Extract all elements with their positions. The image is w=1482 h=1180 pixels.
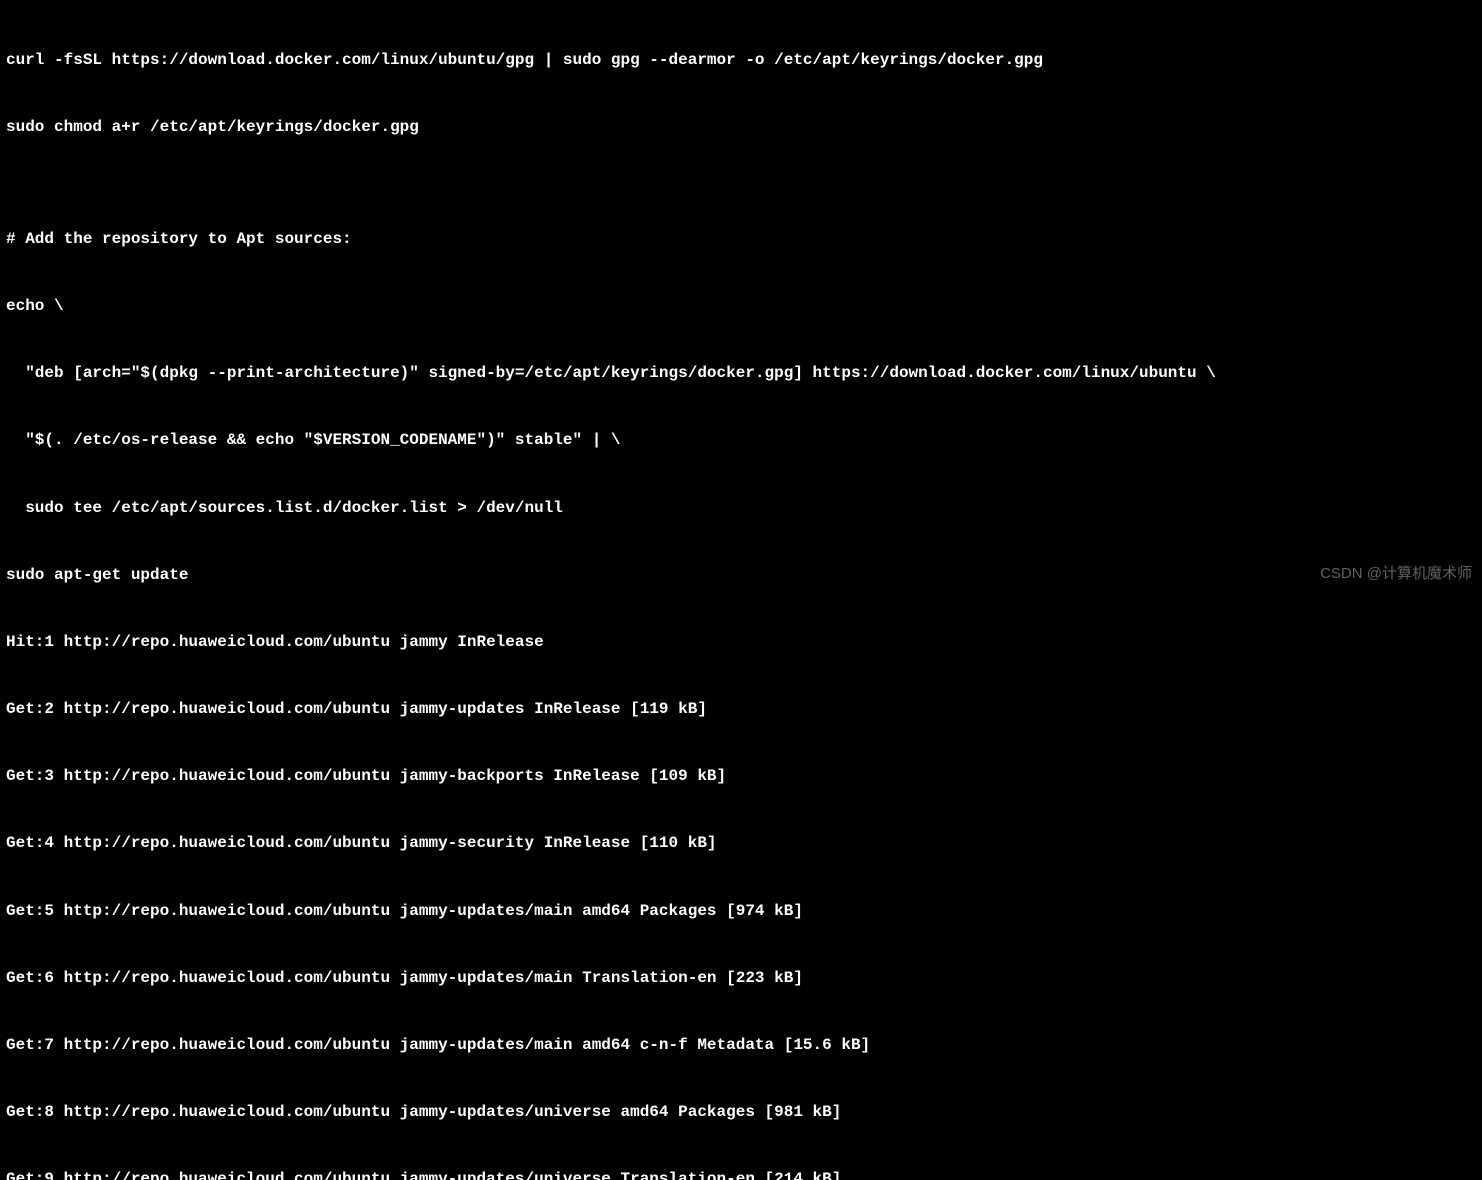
terminal-line: # Add the repository to Apt sources: — [6, 228, 1476, 250]
terminal-line: Get:2 http://repo.huaweicloud.com/ubuntu… — [6, 698, 1476, 720]
terminal-line: Get:7 http://repo.huaweicloud.com/ubuntu… — [6, 1034, 1476, 1056]
terminal-output[interactable]: curl -fsSL https://download.docker.com/l… — [6, 4, 1476, 1180]
terminal-line: "deb [arch="$(dpkg --print-architecture)… — [6, 362, 1476, 384]
terminal-line: sudo chmod a+r /etc/apt/keyrings/docker.… — [6, 116, 1476, 138]
terminal-line: Get:9 http://repo.huaweicloud.com/ubuntu… — [6, 1168, 1476, 1180]
terminal-line: sudo apt-get update — [6, 564, 1476, 586]
terminal-line: Hit:1 http://repo.huaweicloud.com/ubuntu… — [6, 631, 1476, 653]
terminal-line: echo \ — [6, 295, 1476, 317]
terminal-line: Get:3 http://repo.huaweicloud.com/ubuntu… — [6, 765, 1476, 787]
terminal-line: Get:8 http://repo.huaweicloud.com/ubuntu… — [6, 1101, 1476, 1123]
terminal-line: "$(. /etc/os-release && echo "$VERSION_C… — [6, 429, 1476, 451]
terminal-line: Get:6 http://repo.huaweicloud.com/ubuntu… — [6, 967, 1476, 989]
terminal-line: Get:5 http://repo.huaweicloud.com/ubuntu… — [6, 900, 1476, 922]
terminal-line: curl -fsSL https://download.docker.com/l… — [6, 49, 1476, 71]
terminal-line: Get:4 http://repo.huaweicloud.com/ubuntu… — [6, 832, 1476, 854]
watermark-text: CSDN @计算机魔术师 — [1320, 563, 1472, 584]
terminal-line: sudo tee /etc/apt/sources.list.d/docker.… — [6, 497, 1476, 519]
